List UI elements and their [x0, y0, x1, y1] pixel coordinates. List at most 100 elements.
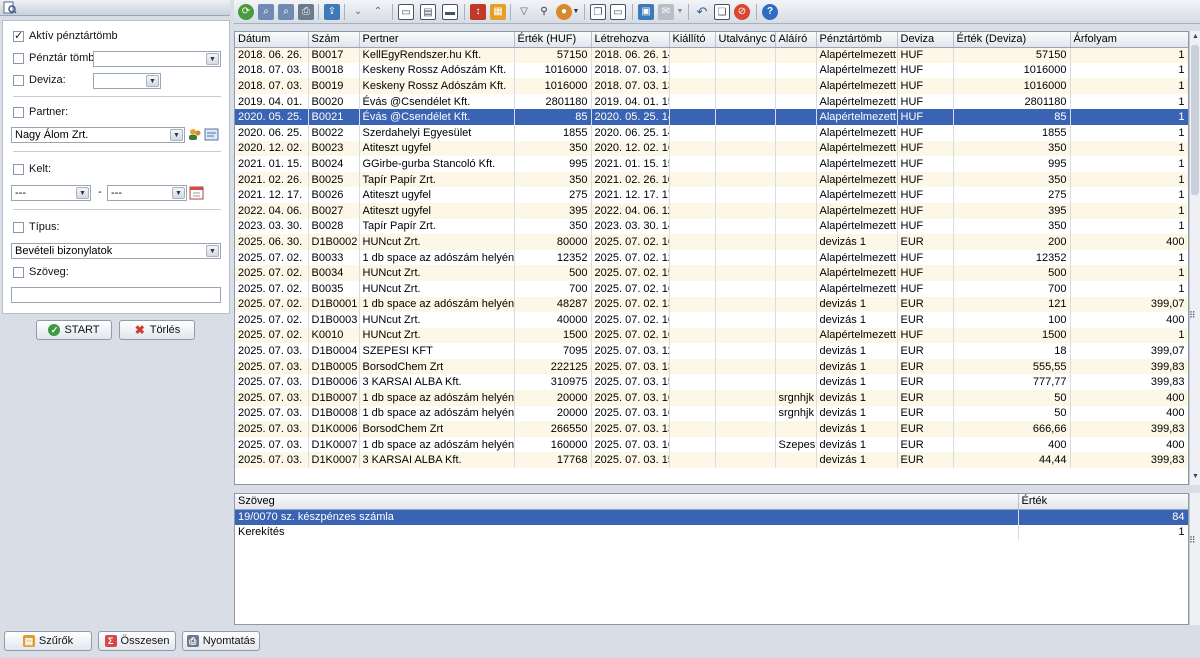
table-cell[interactable]: HUF	[897, 327, 954, 344]
table-cell[interactable]: 395	[514, 202, 592, 219]
table-cell[interactable]: 12352	[514, 249, 592, 266]
table-cell[interactable]: B0022	[308, 124, 360, 141]
table-cell[interactable]: Alapértelmezett	[816, 280, 898, 297]
table-cell[interactable]	[715, 78, 776, 94]
table-cell[interactable]: EUR	[897, 234, 954, 250]
table-cell[interactable]: HUF	[897, 93, 954, 110]
table-cell[interactable]: B0027	[308, 202, 360, 219]
find-icon[interactable]: ⚲	[536, 4, 552, 20]
copy-icon[interactable]: ❐	[590, 4, 606, 20]
table-cell[interactable]: D1B0006	[308, 374, 360, 391]
table-cell[interactable]: 350	[953, 218, 1071, 235]
table-cell[interactable]: 2018. 07. 03.	[235, 62, 309, 79]
table-row[interactable]: 2025. 06. 30. D1B0002 HUNcut Zrt. 80000 2025…	[235, 234, 1188, 250]
table-cell[interactable]: 310975	[514, 374, 592, 391]
table-cell[interactable]: 3 KARSAI ALBA Kft.	[359, 452, 515, 469]
table-cell[interactable]	[715, 47, 776, 63]
table-cell[interactable]: K0010	[308, 327, 360, 344]
table-row[interactable]: 2025. 07. 03. D1B0005 BorsodChem Zrt 222125…	[235, 358, 1188, 375]
send-icon[interactable]: ✉	[658, 4, 674, 20]
table-cell[interactable]	[775, 156, 817, 172]
table-cell[interactable]: 2025. 07. 02. 16:	[591, 234, 670, 250]
chevron-down-icon[interactable]: ▼	[676, 4, 684, 20]
duplicate-icon[interactable]: ❏	[714, 4, 730, 20]
table-cell[interactable]: 2023. 03. 30. 14:	[591, 218, 670, 235]
table-row[interactable]: 2025. 07. 03. D1B0004 SZEPESI KFT 7095 2025.…	[235, 343, 1188, 359]
table-cell[interactable]: 2025. 07. 02. 16:	[591, 280, 670, 297]
table-cell[interactable]: 2021. 01. 15.	[235, 156, 309, 172]
table-cell[interactable]: 350	[953, 171, 1071, 188]
column-header[interactable]: Pénztártömb	[816, 32, 898, 48]
table-cell[interactable]	[715, 390, 776, 406]
table-cell[interactable]	[669, 312, 716, 328]
table-cell[interactable]: 2025. 07. 02.	[235, 327, 309, 344]
table-cell[interactable]: Atiteszt ugyfel	[359, 187, 515, 203]
table-cell[interactable]	[669, 187, 716, 203]
table-cell[interactable]	[715, 124, 776, 141]
table-cell[interactable]: D1B0008	[308, 405, 360, 422]
table-cell[interactable]: Atiteszt ugyfel	[359, 140, 515, 157]
cashbook-select[interactable]: ▼	[93, 51, 221, 67]
table-cell[interactable]	[775, 265, 817, 281]
table-row[interactable]: 2025. 07. 02. K0010 HUNcut Zrt. 1500 2025. 0…	[235, 327, 1188, 344]
table-cell[interactable]	[669, 234, 716, 250]
type-select[interactable]: Bevételi bizonylatok ▼	[11, 243, 221, 259]
table-cell[interactable]: 20000	[514, 390, 592, 406]
scroll-thumb[interactable]	[1191, 45, 1199, 195]
table-cell[interactable]	[715, 109, 776, 125]
table-cell[interactable]: 1	[1070, 156, 1188, 172]
table-cell[interactable]	[669, 390, 716, 406]
table-cell[interactable]	[715, 452, 776, 469]
table-row[interactable]: 2022. 04. 06. B0027 Atiteszt ugyfel 395 2022…	[235, 202, 1188, 219]
table-cell[interactable]	[669, 93, 716, 110]
table-cell[interactable]: B0025	[308, 171, 360, 188]
layout-single-icon[interactable]: ▭	[398, 4, 414, 20]
column-header[interactable]: Deviza	[897, 32, 954, 48]
table-cell[interactable]	[775, 78, 817, 94]
table-cell[interactable]: 18	[953, 343, 1071, 359]
clear-button[interactable]: ✖ Törlés	[119, 320, 195, 340]
table-cell[interactable]	[715, 234, 776, 250]
table-cell[interactable]: 399,83	[1070, 374, 1188, 391]
table-cell[interactable]	[715, 156, 776, 172]
table-cell[interactable]: 1 db space az adószám helyén	[359, 436, 515, 453]
table-cell[interactable]: Alapértelmezett	[816, 249, 898, 266]
summary-button[interactable]: Σ Összesen	[98, 631, 176, 651]
table-row[interactable]: 2018. 07. 03. B0018 Keskeny Rossz Adószám …	[235, 62, 1188, 79]
table-cell[interactable]: 2018. 07. 03.	[235, 78, 309, 94]
table-cell[interactable]: 2025. 07. 03.	[235, 405, 309, 422]
table-cell[interactable]: HUNcut Zrt.	[359, 312, 515, 328]
table-cell[interactable]: SZEPESI KFT	[359, 343, 515, 359]
column-header[interactable]: Árfolyam	[1070, 32, 1188, 48]
table-row[interactable]: 2025. 07. 02. B0035 HUNcut Zrt. 700 2025. 07…	[235, 280, 1188, 297]
table-cell[interactable]: 1 db space az adószám helyén	[359, 249, 515, 266]
table-cell[interactable]: Alapértelmezett	[816, 47, 898, 63]
table-cell[interactable]: 1	[1070, 265, 1188, 281]
table-cell[interactable]: 995	[514, 156, 592, 172]
table-cell[interactable]: 1	[1070, 280, 1188, 297]
table-cell[interactable]: Atiteszt ugyfel	[359, 202, 515, 219]
table-cell[interactable]: 19/0070 sz. készpénzes számla	[235, 509, 1019, 525]
table-row[interactable]: 2021. 02. 26. B0025 Tapír Papír Zrt. 350 202…	[235, 171, 1188, 188]
table-cell[interactable]: HUF	[897, 140, 954, 157]
table-cell[interactable]: 2025. 07. 03.	[235, 390, 309, 406]
table-cell[interactable]	[669, 280, 716, 297]
active-cashbook-checkbox[interactable]	[13, 29, 24, 42]
table-cell[interactable]: Alapértelmezett	[816, 171, 898, 188]
table-cell[interactable]	[715, 436, 776, 453]
table-cell[interactable]: D1B0003	[308, 312, 360, 328]
table-cell[interactable]: 777,77	[953, 374, 1071, 391]
table-cell[interactable]: Szerdahelyi Egyesület	[359, 124, 515, 141]
table-cell[interactable]	[669, 405, 716, 422]
table-cell[interactable]: 1	[1070, 140, 1188, 157]
table-cell[interactable]	[775, 109, 817, 125]
table-cell[interactable]: 1	[1070, 171, 1188, 188]
table-cell[interactable]: 2025. 07. 03. 11:	[591, 343, 670, 359]
table-cell[interactable]: 1 db space az adószám helyén	[359, 405, 515, 422]
table-cell[interactable]: 500	[514, 265, 592, 281]
table-row[interactable]: 2025. 07. 03. D1K0006 BorsodChem Zrt 266550…	[235, 421, 1188, 437]
table-cell[interactable]: devizás 1	[816, 405, 898, 422]
table-cell[interactable]	[715, 187, 776, 203]
table-cell[interactable]	[775, 93, 817, 110]
table-cell[interactable]	[669, 249, 716, 266]
